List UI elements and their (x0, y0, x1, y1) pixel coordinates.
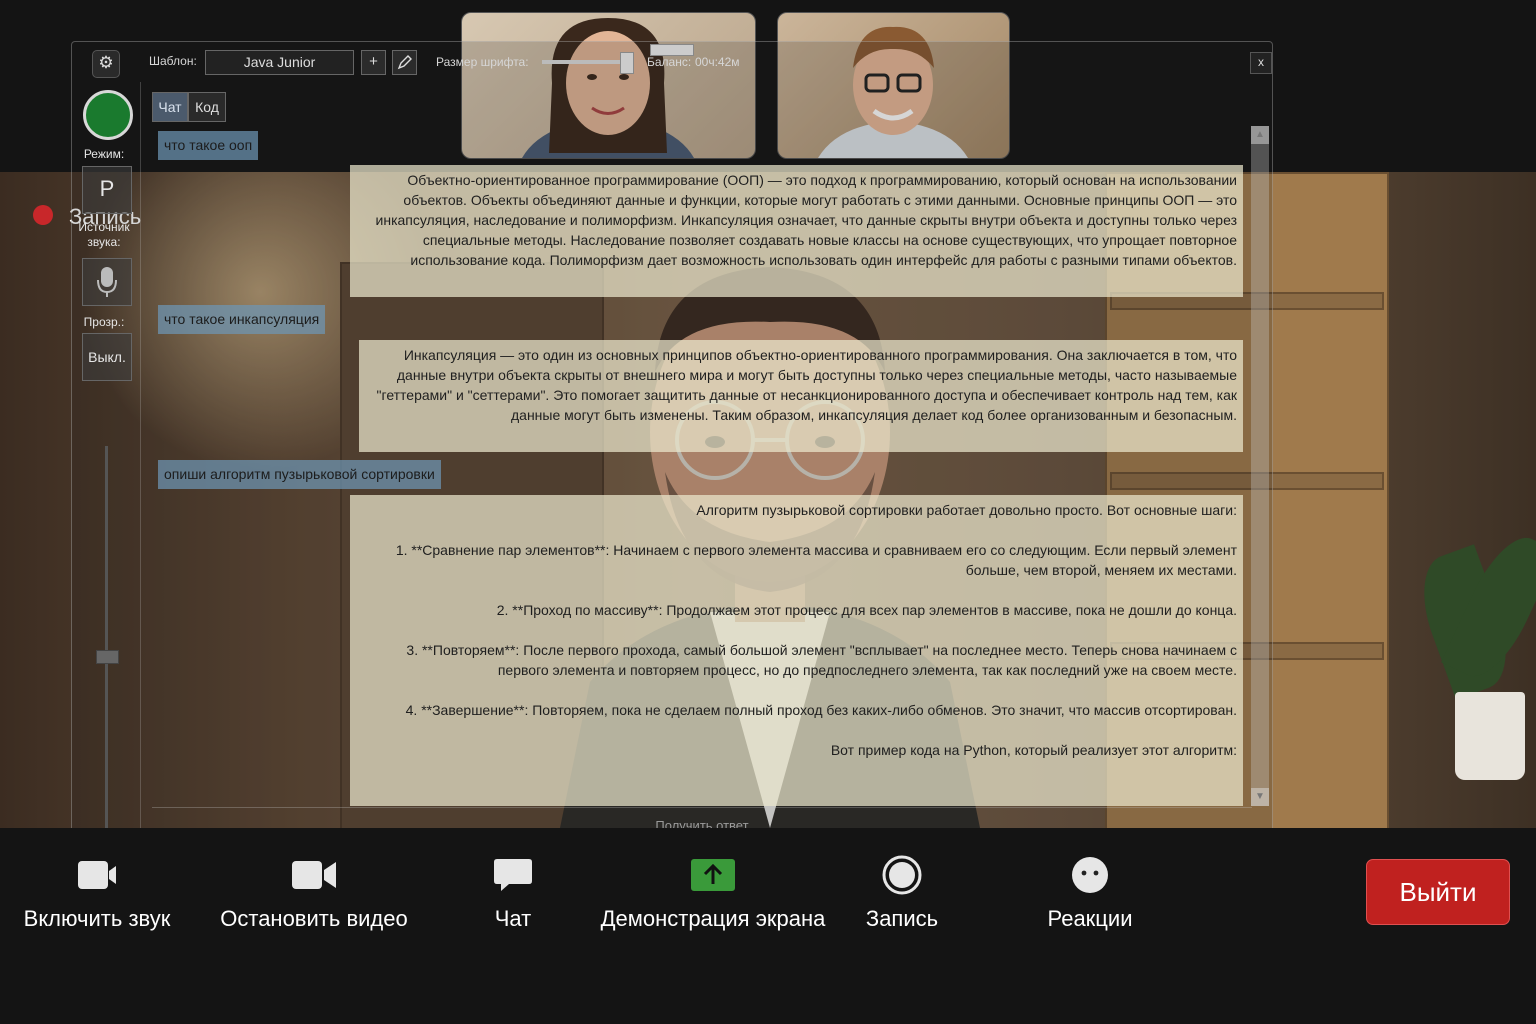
chat-label: Чат (494, 906, 532, 931)
stop-video-button[interactable]: Остановить видео (208, 856, 420, 932)
assistant-message-text: Инкапсуляция — это один из основных прин… (376, 347, 1241, 423)
font-size-slider[interactable] (542, 60, 632, 64)
assistant-message-text: Объектно-ориентированное программировани… (375, 172, 1241, 268)
assistant-message: Алгоритм пузырьковой сортировки работает… (350, 495, 1243, 806)
font-size-slider-handle[interactable] (620, 52, 634, 74)
reactions-label: Реакции (1047, 906, 1133, 931)
assistant-message-paragraph: 1. **Сравнение пар элементов**: Начинаем… (395, 542, 1241, 578)
assistant-message-paragraph: 3. **Повторяем**: После первого прохода,… (406, 642, 1241, 678)
tab-code[interactable]: Код (188, 92, 226, 122)
record-icon (858, 855, 946, 895)
font-size-label: Размер шрифта: (436, 55, 529, 69)
assistant-message: Инкапсуляция — это один из основных прин… (359, 340, 1243, 452)
assistant-panel: ⚙ Шаблон: Java Junior + Размер шрифта: Б… (71, 41, 1273, 866)
transparency-slider-handle[interactable] (96, 650, 119, 664)
panel-sidebar: Режим: Р Источник звука: Прозр.: Выкл. (72, 82, 141, 866)
assistant-message-paragraph: 4. **Завершение**: Повторяем, пока не сд… (405, 702, 1237, 718)
template-label: Шаблон: (149, 54, 197, 68)
plant-pot (1455, 692, 1525, 780)
chat-bubble-icon (470, 856, 556, 894)
user-message: опиши алгоритм пузырьковой сортировки (158, 460, 441, 489)
close-button[interactable]: x (1250, 52, 1272, 74)
audio-source-button[interactable] (82, 258, 132, 306)
record-button[interactable]: Запись (858, 855, 946, 932)
tab-chat[interactable]: Чат (152, 92, 188, 122)
balance-label: Баланс: (647, 55, 692, 69)
assistant-message-paragraph: 2. **Проход по массиву**: Продолжаем это… (496, 602, 1237, 618)
share-arrow-icon (588, 856, 838, 894)
user-message: что такое инкапсуляция (158, 305, 326, 334)
emoji-reaction-icon (1038, 856, 1142, 894)
stop-video-label: Остановить видео (220, 906, 408, 931)
share-screen-label: Демонстрация экрана (600, 906, 826, 931)
camera-icon (12, 856, 182, 894)
transparency-label: Прозр.: (83, 315, 125, 329)
scroll-down-icon[interactable]: ▼ (1251, 788, 1269, 806)
unmute-label: Включить звук (23, 906, 171, 931)
chat-scrollbar[interactable]: ▲ ▼ (1251, 126, 1269, 806)
reactions-button[interactable]: Реакции (1038, 856, 1142, 932)
transparency-toggle-button[interactable]: Выкл. (82, 333, 132, 381)
mode-indicator-button[interactable] (83, 90, 133, 140)
mode-label: Режим: (83, 147, 125, 161)
mode-toggle-button[interactable]: Р (82, 166, 132, 214)
edit-template-button[interactable] (392, 50, 417, 75)
unmute-button[interactable]: Включить звук (12, 856, 182, 932)
balance-value: 00ч:42м (695, 55, 740, 69)
audio-source-label: Источник звука: (78, 220, 130, 249)
gear-icon[interactable]: ⚙ (92, 50, 120, 78)
record-label: Запись (865, 906, 939, 931)
assistant-message-paragraph: Алгоритм пузырьковой сортировки работает… (696, 502, 1237, 518)
exit-button[interactable]: Выйти (1366, 859, 1510, 925)
recording-dot-icon (33, 205, 53, 225)
video-camera-icon (208, 856, 420, 894)
chat-button[interactable]: Чат (470, 856, 556, 932)
meeting-toolbar: Включить звук Остановить видео Чат Демон… (0, 828, 1536, 1024)
user-message: что такое ооп (158, 131, 259, 160)
assistant-message-paragraph: Вот пример кода на Python, который реали… (830, 742, 1237, 758)
share-screen-button[interactable]: Демонстрация экрана (588, 856, 838, 932)
panel-topbar: ⚙ Шаблон: Java Junior + Размер шрифта: Б… (72, 42, 1272, 82)
assistant-message: Объектно-ориентированное программировани… (350, 165, 1243, 297)
scroll-up-icon[interactable]: ▲ (1251, 126, 1269, 144)
microphone-icon (97, 267, 117, 297)
template-select[interactable]: Java Junior (205, 50, 354, 75)
add-template-button[interactable]: + (361, 50, 386, 75)
pencil-icon (397, 55, 412, 70)
